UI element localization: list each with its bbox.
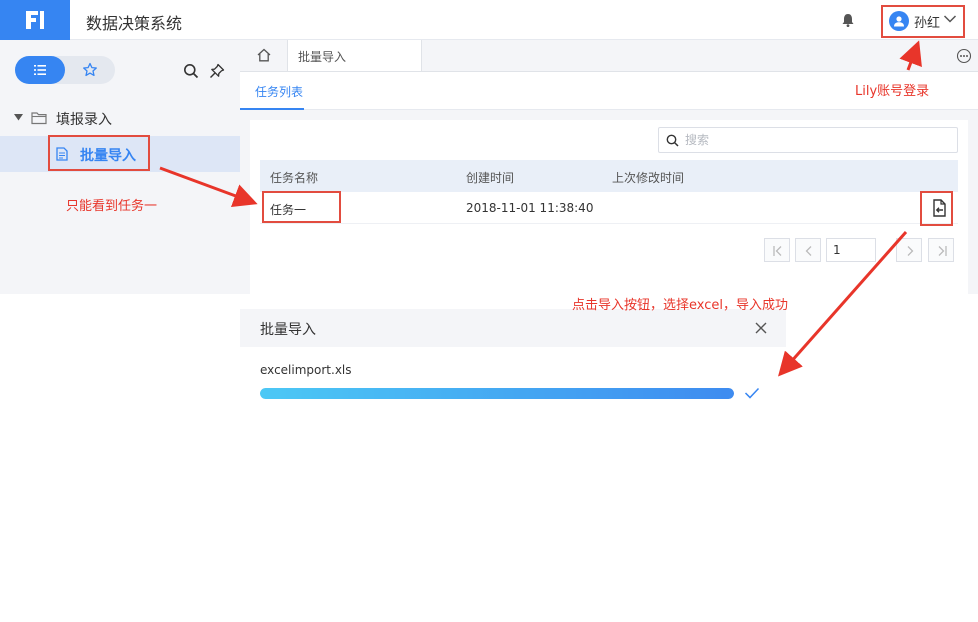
search-box <box>658 127 958 153</box>
tab-label: 批量导入 <box>298 50 347 64</box>
file-name: excelimport.xls <box>260 363 352 377</box>
search-icon <box>666 134 679 147</box>
upload-progress-bar <box>260 388 734 399</box>
caret-down-icon <box>14 114 23 121</box>
annotation-visible-task: 只能看到任务一 <box>66 199 158 214</box>
pin-icon[interactable] <box>209 63 225 79</box>
tab-batch-import[interactable]: 批量导入 <box>288 40 422 71</box>
highlight-sidebar-item <box>48 135 150 171</box>
page-number-input[interactable] <box>826 238 876 262</box>
home-icon <box>257 48 271 62</box>
annotation-login: Lily账号登录 <box>855 84 930 99</box>
tab-task-list[interactable]: 任务列表 <box>240 72 304 110</box>
sub-tab-label: 任务列表 <box>255 85 304 99</box>
chevron-left-icon <box>805 246 812 256</box>
highlight-user-menu <box>881 5 965 38</box>
tab-home[interactable] <box>240 40 288 71</box>
app-logo[interactable] <box>0 0 70 40</box>
tree-folder-fill-entry[interactable]: 填报录入 <box>0 108 240 128</box>
last-page-icon <box>938 246 947 256</box>
search-icon[interactable] <box>183 63 199 79</box>
created-time-cell: 2018-11-01 11:38:40 <box>466 201 594 215</box>
highlight-import-button <box>920 191 953 226</box>
column-header-created: 创建时间 <box>466 171 515 185</box>
annotation-import: 点击导入按钮，选择excel，导入成功 <box>572 298 788 313</box>
tree-folder-label: 填报录入 <box>56 112 112 128</box>
main-panel: 批量导入 任务列表 任务名称 创建时间 上次修改时间 任务一 2018-11-0… <box>240 40 978 294</box>
list-icon <box>34 65 46 75</box>
batch-import-dialog: 批量导入 excelimport.xls <box>240 309 786 419</box>
close-icon[interactable] <box>755 322 767 334</box>
list-view-button[interactable] <box>15 56 65 84</box>
view-toggle <box>15 56 115 84</box>
prev-page-button[interactable] <box>795 238 821 262</box>
more-icon[interactable] <box>956 48 972 64</box>
task-list-panel: 任务名称 创建时间 上次修改时间 任务一 2018-11-01 11:38:40 <box>250 120 968 294</box>
table-row[interactable]: 任务一 2018-11-01 11:38:40 <box>260 192 958 224</box>
first-page-button[interactable] <box>764 238 790 262</box>
highlight-task-row <box>262 191 341 223</box>
bell-icon[interactable] <box>840 12 856 28</box>
folder-icon <box>31 112 47 125</box>
favorites-button[interactable] <box>65 56 115 84</box>
star-icon <box>83 62 97 77</box>
upload-progress-fill <box>260 388 734 399</box>
column-header-task-name: 任务名称 <box>270 171 319 185</box>
next-page-button[interactable] <box>896 238 922 262</box>
search-input[interactable] <box>685 130 945 150</box>
first-page-icon <box>773 246 782 256</box>
logo-icon <box>26 11 44 29</box>
check-icon <box>744 387 760 399</box>
app-title: 数据决策系统 <box>86 14 183 33</box>
dialog-title: 批量导入 <box>260 322 316 338</box>
tab-bar: 批量导入 <box>240 40 978 72</box>
table-header: 任务名称 创建时间 上次修改时间 <box>260 160 958 192</box>
chevron-right-icon <box>907 246 914 256</box>
top-bar: 数据决策系统 孙红 <box>0 0 978 40</box>
dialog-header: 批量导入 <box>240 309 786 347</box>
last-page-button[interactable] <box>928 238 954 262</box>
column-header-modified: 上次修改时间 <box>612 171 685 185</box>
